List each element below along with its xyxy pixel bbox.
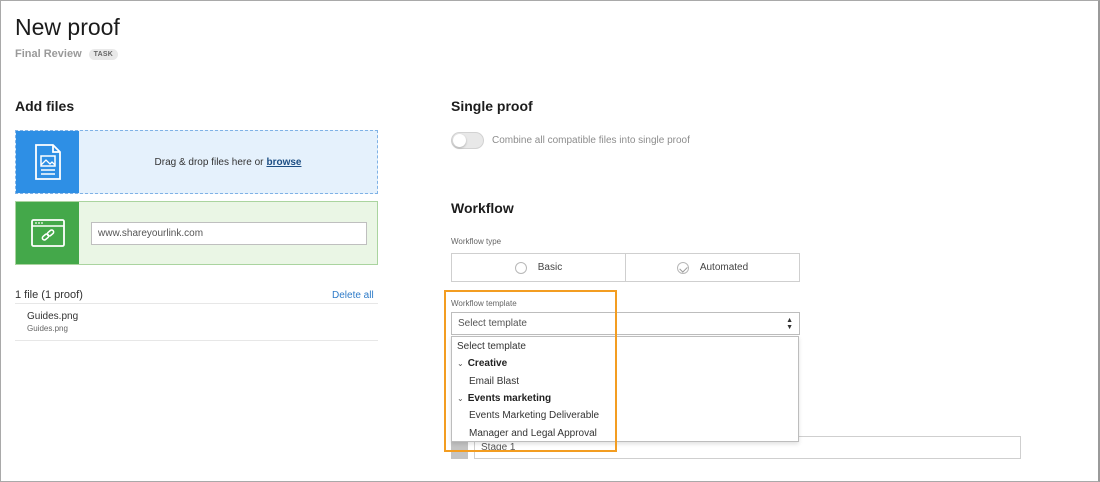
workflow-type-automated[interactable]: Automated: [625, 254, 799, 281]
workflow-type-label: Workflow type: [451, 237, 502, 246]
template-group-label: Events marketing: [467, 393, 552, 404]
template-option[interactable]: Manager and Legal Approval: [452, 425, 798, 442]
single-proof-toggle-label: Combine all compatible files into single…: [492, 135, 690, 146]
url-link-zone: www.shareyourlink.com: [15, 201, 378, 265]
template-option-label: Manager and Legal Approval: [469, 428, 597, 439]
file-image-icon: [16, 131, 79, 193]
workflow-template-select[interactable]: Select template ▲ ▼: [451, 312, 800, 335]
browse-link[interactable]: browse: [266, 157, 301, 168]
file-subname: Guides.png: [27, 324, 68, 333]
chevron-down-icon: ⌄: [457, 394, 464, 403]
chevron-down-icon: ⌄: [457, 359, 464, 368]
workflow-type-automated-label: Automated: [699, 262, 749, 273]
radio-unchecked-icon: [514, 261, 527, 274]
workflow-template-dropdown: Select template ⌄ Creative Email Blast ⌄…: [451, 336, 799, 442]
template-option-label: Events Marketing Deliverable: [469, 410, 600, 421]
file-list-divider: [15, 340, 378, 341]
template-option-label: Select template: [457, 341, 526, 352]
browser-link-icon: [16, 202, 79, 264]
toggle-knob: [453, 134, 466, 147]
template-option[interactable]: Email Blast: [452, 373, 798, 390]
single-proof-toggle[interactable]: [451, 132, 484, 149]
template-group-label: Creative: [467, 358, 508, 369]
workflow-type-basic[interactable]: Basic: [452, 254, 625, 281]
workflow-type-basic-label: Basic: [537, 262, 563, 273]
template-option[interactable]: Select template: [452, 338, 798, 355]
file-count: 1 file (1 proof): [15, 289, 83, 301]
workflow-template-value: Select template: [458, 318, 527, 329]
template-group-creative: ⌄ Creative: [452, 355, 798, 372]
proof-subtitle: Final Review TASK: [15, 48, 118, 60]
url-input[interactable]: www.shareyourlink.com: [91, 222, 367, 245]
page-title: New proof: [15, 14, 120, 40]
workflow-template-label: Workflow template: [451, 299, 517, 308]
file-name: Guides.png: [27, 311, 79, 322]
add-files-heading: Add files: [15, 98, 75, 114]
radio-checked-icon: [676, 261, 689, 274]
workflow-type-selector: Basic Automated: [451, 253, 800, 282]
drop-text: Drag & drop files here or: [154, 156, 264, 168]
task-badge: TASK: [88, 48, 118, 60]
task-name: Final Review: [15, 48, 82, 60]
template-group-events-marketing: ⌄ Events marketing: [452, 390, 798, 407]
file-list-item[interactable]: [15, 304, 378, 340]
drop-instructions: Drag & drop files here or browse: [79, 131, 377, 193]
template-option[interactable]: Events Marketing Deliverable: [452, 407, 798, 424]
single-proof-heading: Single proof: [451, 98, 533, 114]
template-option-label: Email Blast: [469, 376, 520, 387]
file-drop-zone[interactable]: Drag & drop files here or browse: [15, 130, 378, 194]
workflow-heading: Workflow: [451, 200, 514, 216]
select-arrows-icon: ▲ ▼: [786, 316, 793, 331]
delete-all-link[interactable]: Delete all: [332, 290, 374, 301]
